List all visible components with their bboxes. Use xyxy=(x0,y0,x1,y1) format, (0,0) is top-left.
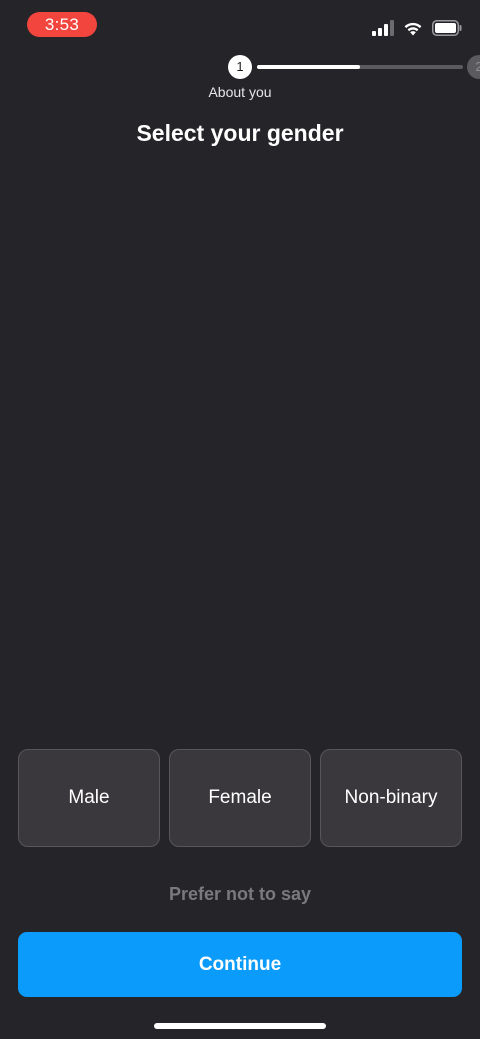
progress-stepper: 1 2 About you xyxy=(0,52,480,102)
status-icons xyxy=(372,18,462,38)
signal-icon xyxy=(372,20,394,36)
progress-fill xyxy=(257,65,360,69)
home-indicator[interactable] xyxy=(154,1023,326,1029)
step-indicator-next: 2 xyxy=(467,55,480,79)
battery-icon xyxy=(432,20,462,36)
gender-options: Male Female Non-binary xyxy=(18,749,462,847)
page-title: Select your gender xyxy=(136,120,344,146)
wifi-icon xyxy=(404,22,422,36)
option-male-button[interactable]: Male xyxy=(18,749,160,847)
option-non-binary-button[interactable]: Non-binary xyxy=(320,749,462,847)
option-female-button[interactable]: Female xyxy=(169,749,311,847)
progress-track xyxy=(257,65,463,69)
step-indicator-current: 1 xyxy=(228,55,252,79)
status-bar: 3:53 xyxy=(0,0,480,48)
continue-button[interactable]: Continue xyxy=(18,932,462,997)
prefer-not-to-say-link[interactable]: Prefer not to say xyxy=(0,884,480,905)
status-time[interactable]: 3:53 xyxy=(27,12,97,37)
step-label: About you xyxy=(208,84,272,100)
